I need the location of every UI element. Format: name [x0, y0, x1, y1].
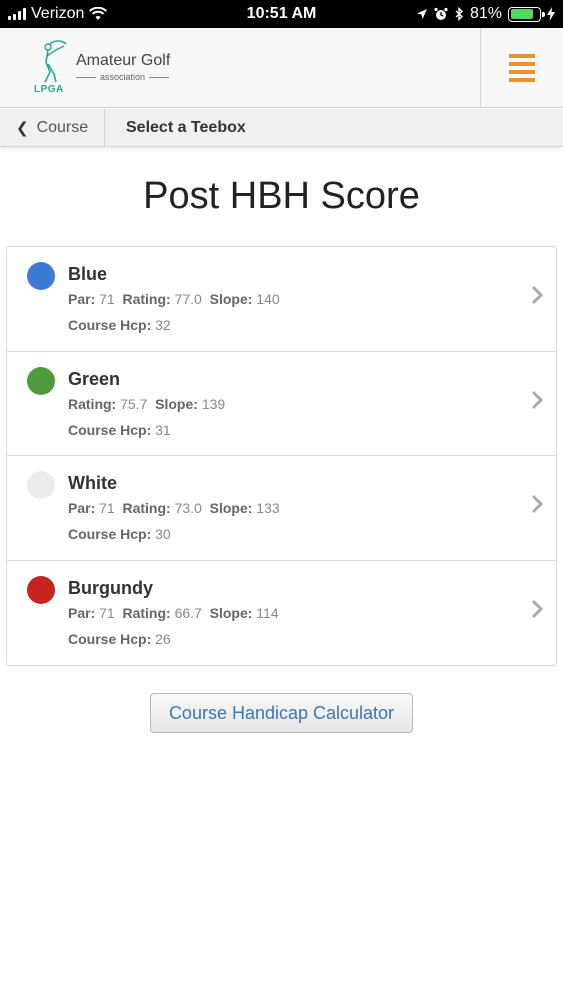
- location-icon: [416, 9, 427, 19]
- slope-label: Slope:: [155, 395, 198, 412]
- golfer-logo-icon: [44, 40, 67, 83]
- status-right: 81%: [416, 5, 555, 23]
- battery-icon: [508, 6, 545, 22]
- teebox-list: Blue Par: 71 Rating: 77.0 Slope: 140 Cou…: [6, 246, 557, 666]
- course-hcp-value: 26: [155, 630, 171, 647]
- teebox-color-dot: [27, 575, 55, 604]
- slope-label: Slope:: [209, 291, 253, 307]
- teebox-name: Burgundy: [68, 577, 153, 598]
- logo-text: Amateur Golf association: [76, 52, 170, 82]
- rating-value: 75.7: [120, 395, 148, 412]
- bluetooth-icon: [455, 7, 463, 21]
- slope-label: Slope:: [209, 500, 253, 516]
- par-label: Par:: [68, 291, 96, 307]
- teebox-name: Green: [68, 368, 121, 389]
- par-label: Par:: [68, 500, 96, 516]
- hamburger-menu-icon: [509, 53, 535, 82]
- rating-value: 77.0: [174, 291, 202, 307]
- course-hcp-label: Course Hcp:: [68, 526, 152, 542]
- chevron-right-icon: [531, 390, 544, 409]
- status-bar: Verizon 10:51 AM 81%: [0, 0, 563, 28]
- par-value: 71: [99, 500, 115, 516]
- teebox-course-hcp: Course Hcp: 26: [68, 631, 171, 647]
- course-hcp-value: 30: [155, 526, 171, 542]
- logo-lpga-text: LPGA: [34, 84, 64, 95]
- logo-subtitle: association: [76, 72, 170, 82]
- rating-value: 66.7: [174, 604, 202, 621]
- rating-label: Rating:: [122, 291, 171, 307]
- breadcrumb: ❮ Course Select a Teebox: [0, 109, 563, 147]
- alarm-icon: [434, 7, 448, 20]
- teebox-stats: Par: 71 Rating: 77.0 Slope: 140: [68, 291, 280, 307]
- battery-fill: [510, 9, 534, 19]
- chevron-right-icon: [531, 494, 544, 514]
- back-button[interactable]: ❮ Course: [0, 109, 105, 147]
- slope-value: 133: [256, 500, 280, 516]
- teebox-item-blue[interactable]: Blue Par: 71 Rating: 77.0 Slope: 140 Cou…: [7, 247, 556, 352]
- battery-percent: 81%: [469, 5, 502, 22]
- teebox-name: White: [68, 473, 117, 493]
- course-hcp-value: 31: [155, 421, 171, 438]
- par-value: 71: [99, 291, 115, 307]
- course-hcp-value: 32: [155, 317, 171, 333]
- course-hcp-label: Course Hcp:: [68, 630, 152, 647]
- page-title: Post HBH Score: [143, 175, 420, 217]
- teebox-stats: Rating: 75.7 Slope: 139: [68, 396, 225, 412]
- teebox-color-dot: [27, 366, 55, 395]
- charging-icon: [547, 7, 555, 21]
- chevron-left-icon: ❮: [16, 120, 29, 137]
- rating-value: 73.0: [174, 500, 202, 516]
- breadcrumb-current: Select a Teebox: [126, 119, 246, 136]
- course-hcp-label: Course Hcp:: [68, 317, 152, 333]
- teebox-stats: Par: 71 Rating: 66.7 Slope: 114: [68, 605, 279, 621]
- par-value: 71: [99, 604, 115, 621]
- teebox-item-green[interactable]: Green Rating: 75.7 Slope: 139 Course Hcp…: [7, 352, 556, 456]
- slope-value: 114: [256, 604, 279, 621]
- teebox-color-dot: [27, 471, 55, 499]
- rating-label: Rating:: [122, 500, 171, 516]
- slope-label: Slope:: [209, 604, 253, 621]
- back-label: Course: [36, 119, 89, 136]
- course-hcp-label: Course Hcp:: [68, 421, 152, 438]
- teebox-stats: Par: 71 Rating: 73.0 Slope: 133: [68, 500, 280, 516]
- teebox-course-hcp: Course Hcp: 31: [68, 422, 171, 438]
- slope-value: 140: [256, 291, 280, 307]
- teebox-item-burgundy[interactable]: Burgundy Par: 71 Rating: 66.7 Slope: 114…: [7, 561, 556, 666]
- chevron-right-icon: [531, 285, 544, 305]
- chevron-right-icon: [531, 599, 544, 618]
- app-header: Amateur Golf association LPGA: [0, 28, 563, 108]
- rating-label: Rating:: [122, 604, 171, 621]
- teebox-course-hcp: Course Hcp: 30: [68, 526, 171, 542]
- teebox-course-hcp: Course Hcp: 32: [68, 317, 171, 333]
- menu-button[interactable]: [480, 28, 563, 107]
- teebox-item-white[interactable]: White Par: 71 Rating: 73.0 Slope: 133 Co…: [7, 456, 556, 561]
- rating-label: Rating:: [68, 395, 117, 412]
- par-label: Par:: [68, 604, 96, 621]
- slope-value: 139: [201, 395, 226, 412]
- teebox-color-dot: [27, 262, 55, 290]
- lpga-logo[interactable]: Amateur Golf association LPGA: [32, 38, 192, 98]
- logo-title: Amateur Golf: [76, 52, 171, 69]
- course-handicap-calculator-button[interactable]: Course Handicap Calculator: [150, 693, 413, 733]
- teebox-name: Blue: [68, 264, 108, 284]
